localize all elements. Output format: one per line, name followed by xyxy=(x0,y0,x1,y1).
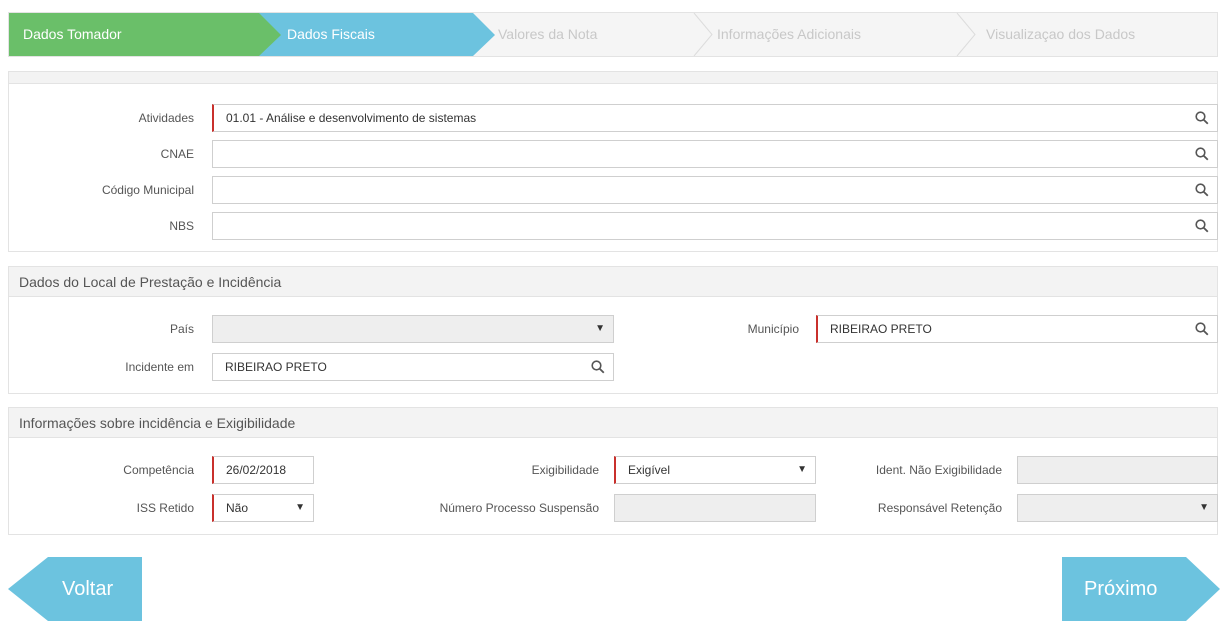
incidente-field[interactable]: RIBEIRAO PRETO xyxy=(212,353,614,381)
responsavel-retencao-select[interactable]: ▼ xyxy=(1017,494,1218,522)
codigo-municipal-field[interactable] xyxy=(212,176,1218,204)
codigo-municipal-label: Código Municipal xyxy=(101,183,194,197)
exigibilidade-panel: Informações sobre incidência e Exigibili… xyxy=(8,407,1218,535)
exigibilidade-select[interactable]: Exigível ▼ xyxy=(614,456,816,484)
municipio-field[interactable]: RIBEIRAO PRETO xyxy=(816,315,1218,343)
cnae-field[interactable] xyxy=(212,140,1218,168)
responsavel-retencao-label: Responsável Retenção xyxy=(877,501,1002,515)
step-separator-icon xyxy=(693,13,713,56)
wizard-steps: Dados Tomador Dados Fiscais Valores da N… xyxy=(8,12,1218,57)
atividades-field[interactable]: 01.01 - Análise e desenvolvimento de sis… xyxy=(212,104,1218,132)
numero-processo-label: Número Processo Suspensão xyxy=(439,501,599,515)
nbs-label: NBS xyxy=(169,219,194,233)
municipio-value: RIBEIRAO PRETO xyxy=(830,322,932,336)
step-valores-da-nota[interactable]: Valores da Nota xyxy=(498,13,698,56)
atividades-value: 01.01 - Análise e desenvolvimento de sis… xyxy=(226,111,477,125)
exigibilidade-label: Exigibilidade xyxy=(531,463,599,477)
caret-down-icon: ▼ xyxy=(295,502,305,513)
search-icon[interactable] xyxy=(1195,219,1209,233)
activity-panel: Atividades 01.01 - Análise e desenvolvim… xyxy=(8,71,1218,252)
local-panel-title: Dados do Local de Prestação e Incidência xyxy=(9,267,1217,297)
caret-down-icon: ▼ xyxy=(595,323,605,334)
exigibilidade-value: Exigível xyxy=(628,463,671,477)
competencia-value: 26/02/2018 xyxy=(226,463,287,477)
search-icon[interactable] xyxy=(1195,322,1209,336)
search-icon[interactable] xyxy=(591,360,605,374)
step-label: Dados Fiscais xyxy=(287,26,375,42)
step-label: Dados Tomador xyxy=(23,26,122,42)
pais-label: País xyxy=(169,322,194,336)
caret-down-icon: ▼ xyxy=(797,464,807,475)
ident-nao-exigibilidade-label: Ident. Não Exigibilidade xyxy=(875,463,1002,477)
next-button-label: Próximo xyxy=(1084,578,1158,600)
search-icon[interactable] xyxy=(1195,183,1209,197)
search-icon[interactable] xyxy=(1195,147,1209,161)
nbs-field[interactable] xyxy=(212,212,1218,240)
competencia-label: Competência xyxy=(123,463,194,477)
ident-nao-exigibilidade-field[interactable] xyxy=(1017,456,1218,484)
activity-panel-header xyxy=(9,72,1217,84)
cnae-label: CNAE xyxy=(160,147,194,161)
atividades-label: Atividades xyxy=(138,111,194,125)
search-icon[interactable] xyxy=(1195,111,1209,125)
iss-retido-value: Não xyxy=(226,501,249,515)
step-separator-icon xyxy=(956,13,976,56)
pais-select[interactable]: ▼ xyxy=(212,315,614,343)
iss-retido-label: ISS Retido xyxy=(136,501,194,515)
step-label: Informações Adicionais xyxy=(717,26,861,42)
caret-down-icon: ▼ xyxy=(1199,502,1209,513)
municipio-label: Município xyxy=(747,322,799,336)
next-button[interactable]: Próximo xyxy=(1062,557,1220,621)
incidente-value: RIBEIRAO PRETO xyxy=(225,360,327,374)
incidente-label: Incidente em xyxy=(125,360,194,374)
step-visualizacao-dos-dados[interactable]: Visualizaçao dos Dados xyxy=(986,13,1206,56)
local-panel: Dados do Local de Prestação e Incidência… xyxy=(8,266,1218,394)
competencia-field[interactable]: 26/02/2018 xyxy=(212,456,314,484)
step-label: Visualizaçao dos Dados xyxy=(986,26,1136,42)
step-label: Valores da Nota xyxy=(498,26,598,42)
step-dados-tomador[interactable]: Dados Tomador xyxy=(9,13,281,56)
numero-processo-field[interactable] xyxy=(614,494,816,522)
iss-retido-select[interactable]: Não ▼ xyxy=(212,494,314,522)
step-dados-fiscais[interactable]: Dados Fiscais xyxy=(259,13,495,56)
back-button-label: Voltar xyxy=(62,578,114,600)
back-button[interactable]: Voltar xyxy=(8,557,142,621)
exigibilidade-panel-title: Informações sobre incidência e Exigibili… xyxy=(9,408,1217,438)
step-informacoes-adicionais[interactable]: Informações Adicionais xyxy=(717,13,957,56)
